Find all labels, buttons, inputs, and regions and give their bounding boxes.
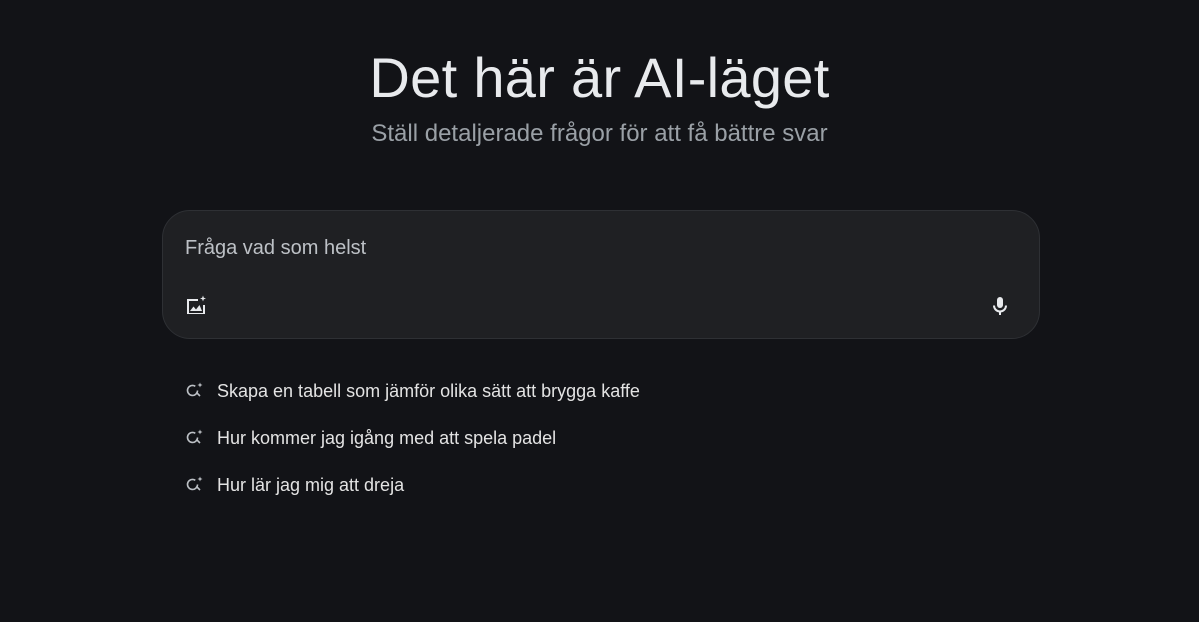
suggestion-list: Skapa en tabell som jämför olika sätt at… — [184, 376, 884, 517]
page-subtitle: Ställ detaljerade frågor för att få bätt… — [371, 120, 828, 147]
suggestion-label: Hur lär jag mig att dreja — [217, 474, 405, 495]
voice-search-button[interactable] — [983, 289, 1017, 323]
add-image-icon — [187, 295, 206, 314]
suggestion-label: Skapa en tabell som jämför olika sätt at… — [217, 380, 640, 401]
suggestion-item[interactable]: Hur lär jag mig att dreja — [184, 470, 884, 500]
search-sparkle-icon — [184, 474, 206, 496]
microphone-icon — [993, 297, 1007, 315]
search-sparkle-icon — [184, 427, 206, 449]
page-title: Det här är AI-läget — [369, 46, 830, 109]
ai-mode-page: Det här är AI-läget Ställ detaljerade fr… — [0, 0, 1199, 622]
suggestion-item[interactable]: Hur kommer jag igång med att spela padel — [184, 423, 884, 453]
search-sparkle-icon — [184, 380, 206, 402]
suggestion-label: Hur kommer jag igång med att spela padel — [217, 427, 557, 448]
suggestion-item[interactable]: Skapa en tabell som jämför olika sätt at… — [184, 376, 884, 406]
search-input[interactable] — [185, 233, 985, 263]
search-box[interactable] — [162, 210, 1040, 339]
image-upload-button[interactable] — [179, 289, 213, 323]
